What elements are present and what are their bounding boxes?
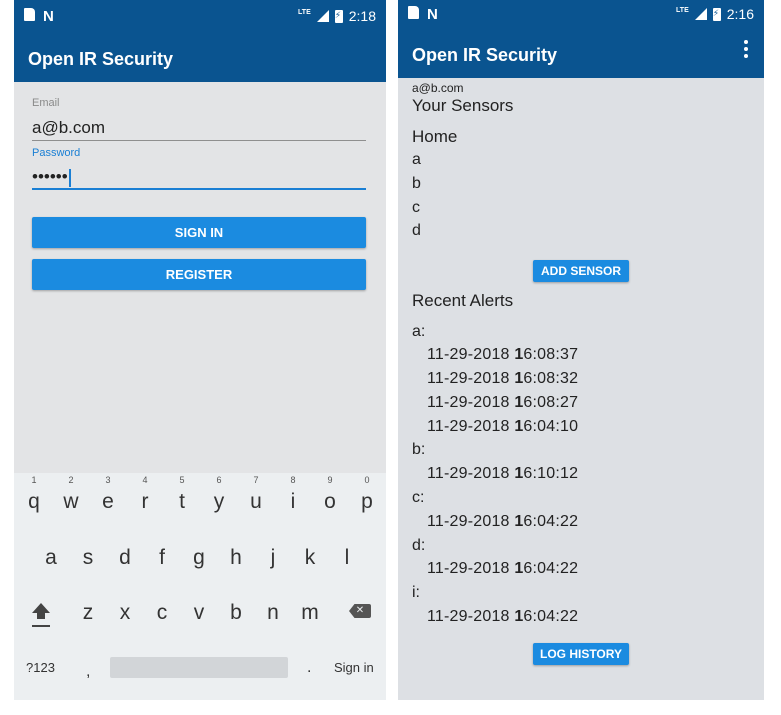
alert-entry: 11-29-2018 16:08:27 bbox=[427, 394, 579, 411]
text-caret bbox=[68, 168, 71, 187]
key-q[interactable]: 1q bbox=[17, 475, 51, 514]
key-c[interactable]: c bbox=[145, 601, 179, 625]
sensor-item[interactable]: a bbox=[412, 151, 421, 169]
sd-card-icon bbox=[24, 8, 35, 21]
key-b[interactable]: b bbox=[219, 601, 253, 625]
sign-in-button[interactable]: SIGN IN bbox=[32, 217, 366, 248]
key-h[interactable]: h bbox=[219, 546, 253, 570]
battery-icon bbox=[712, 7, 721, 21]
alert-entry: 11-29-2018 16:04:22 bbox=[427, 608, 579, 625]
sensor-item[interactable]: d bbox=[412, 222, 421, 240]
status-time: 2:18 bbox=[348, 8, 376, 24]
sign-in-action-key[interactable]: Sign in bbox=[334, 660, 374, 675]
key-i[interactable]: 8i bbox=[276, 475, 310, 514]
app-title: Open IR Security bbox=[28, 49, 174, 69]
alert-sensor-label: a: bbox=[412, 323, 426, 340]
key-m[interactable]: m bbox=[293, 601, 327, 625]
backspace-icon[interactable]: ✕ bbox=[349, 604, 371, 618]
shift-icon[interactable] bbox=[31, 601, 51, 629]
add-sensor-button[interactable]: ADD SENSOR bbox=[533, 260, 629, 282]
key-d[interactable]: d bbox=[108, 546, 142, 570]
key-j[interactable]: j bbox=[256, 546, 290, 570]
status-bar: N LTE 2:16 bbox=[398, 0, 764, 32]
sensor-item[interactable]: b bbox=[412, 175, 421, 193]
alert-entry: 11-29-2018 16:04:22 bbox=[427, 560, 579, 577]
app-bar: Open IR Security bbox=[14, 36, 386, 82]
space-key[interactable] bbox=[110, 657, 288, 678]
alert-entry: 11-29-2018 16:08:32 bbox=[427, 370, 579, 387]
symbols-key[interactable]: ?123 bbox=[26, 660, 55, 675]
user-email: a@b.com bbox=[412, 81, 464, 95]
sd-card-icon bbox=[408, 6, 419, 19]
soft-keyboard: 1q 2w 3e 4r 5t 6y 7u 8i 9o 0p a s d f g … bbox=[14, 473, 386, 700]
key-v[interactable]: v bbox=[182, 601, 216, 625]
lte-label: LTE bbox=[298, 8, 311, 16]
alert-entry: 11-29-2018 16:04:10 bbox=[427, 418, 579, 435]
your-sensors-heading: Your Sensors bbox=[412, 96, 514, 115]
alert-sensor-label: d: bbox=[412, 537, 426, 554]
battery-icon bbox=[334, 9, 343, 23]
key-w[interactable]: 2w bbox=[54, 475, 88, 514]
period-key[interactable]: . bbox=[307, 659, 311, 677]
nfc-icon: N bbox=[43, 8, 54, 25]
key-k[interactable]: k bbox=[293, 546, 327, 570]
status-time: 2:16 bbox=[726, 6, 754, 22]
password-field[interactable]: •••••• bbox=[32, 167, 71, 187]
key-z[interactable]: z bbox=[71, 601, 105, 625]
email-underline bbox=[32, 140, 366, 141]
alert-entry: 11-29-2018 16:08:37 bbox=[427, 346, 579, 363]
key-s[interactable]: s bbox=[71, 546, 105, 570]
status-bar: N LTE 2:18 bbox=[14, 0, 386, 36]
key-e[interactable]: 3e bbox=[91, 475, 125, 514]
email-label: Email bbox=[32, 97, 60, 109]
key-a[interactable]: a bbox=[34, 546, 68, 570]
password-value: •••••• bbox=[32, 167, 68, 186]
sensors-screen: N LTE 2:16 Open IR Security a@b.com Your… bbox=[398, 0, 764, 700]
log-history-button[interactable]: LOG HISTORY bbox=[533, 643, 629, 665]
overflow-menu-icon[interactable] bbox=[744, 40, 748, 58]
key-n[interactable]: n bbox=[256, 601, 290, 625]
signal-icon bbox=[694, 8, 707, 20]
key-u[interactable]: 7u bbox=[239, 475, 273, 514]
key-t[interactable]: 5t bbox=[165, 475, 199, 514]
recent-alerts-heading: Recent Alerts bbox=[412, 291, 514, 310]
group-name: Home bbox=[412, 127, 458, 146]
alert-entry: 11-29-2018 16:04:22 bbox=[427, 513, 579, 530]
comma-key[interactable]: , bbox=[86, 663, 90, 681]
key-y[interactable]: 6y bbox=[202, 475, 236, 514]
key-r[interactable]: 4r bbox=[128, 475, 162, 514]
alert-sensor-label: i: bbox=[412, 584, 420, 601]
password-underline bbox=[32, 188, 366, 190]
key-l[interactable]: l bbox=[330, 546, 364, 570]
register-button[interactable]: REGISTER bbox=[32, 259, 366, 290]
key-g[interactable]: g bbox=[182, 546, 216, 570]
key-o[interactable]: 9o bbox=[313, 475, 347, 514]
login-screen: N LTE 2:18 Open IR Security Email a@b.co… bbox=[14, 0, 386, 700]
key-x[interactable]: x bbox=[108, 601, 142, 625]
password-label: Password bbox=[32, 147, 81, 159]
app-title: Open IR Security bbox=[412, 45, 558, 65]
nfc-icon: N bbox=[427, 6, 438, 23]
alert-sensor-label: c: bbox=[412, 489, 425, 506]
email-field[interactable]: a@b.com bbox=[32, 118, 105, 138]
alert-sensor-label: b: bbox=[412, 441, 426, 458]
alert-entry: 11-29-2018 16:10:12 bbox=[427, 465, 579, 482]
signal-icon bbox=[316, 10, 329, 22]
lte-label: LTE bbox=[676, 6, 689, 14]
key-f[interactable]: f bbox=[145, 546, 179, 570]
key-p[interactable]: 0p bbox=[350, 475, 384, 514]
app-bar: Open IR Security bbox=[398, 32, 764, 78]
sensor-item[interactable]: c bbox=[412, 199, 420, 217]
